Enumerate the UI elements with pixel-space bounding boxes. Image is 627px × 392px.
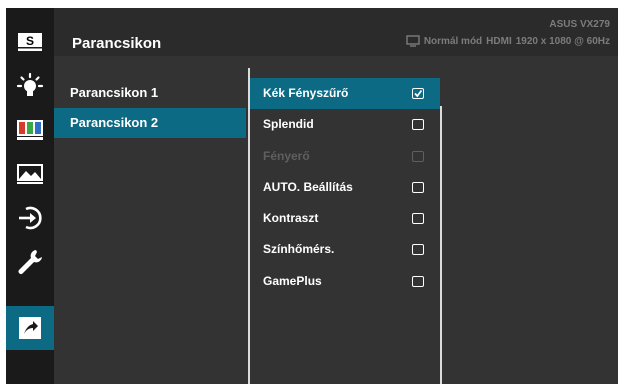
- mode-label: Normál mód: [423, 35, 483, 47]
- option-label: Kontraszt: [263, 211, 319, 226]
- sidebar-item-blue-light[interactable]: [6, 64, 54, 108]
- model-name: ASUS VX279: [549, 19, 610, 30]
- option-gameplus[interactable]: GamePlus: [250, 266, 440, 297]
- checkbox[interactable]: [412, 244, 424, 256]
- resolution-label: 1920 x 1080 @ 60Hz: [515, 35, 610, 47]
- header: Parancsikon ASUS VX279 Normál mód HDMI 1…: [54, 8, 618, 56]
- status-info: Normál mód HDMI 1920 x 1080 @ 60Hz: [406, 35, 610, 47]
- option-brightness: Fényerő: [250, 141, 440, 172]
- option-label: AUTO. Beállítás: [263, 179, 353, 194]
- sidebar-item-image[interactable]: [6, 152, 54, 196]
- main-panel: Parancsikon ASUS VX279 Normál mód HDMI 1…: [54, 8, 618, 384]
- blue-light-filter-icon: [16, 72, 44, 96]
- option-auto-adjust[interactable]: AUTO. Beállítás: [250, 172, 440, 203]
- option-blue-light-filter[interactable]: Kék Fényszűrő: [250, 78, 440, 110]
- checkbox-disabled: [412, 150, 424, 162]
- option-label: Kék Fényszűrő: [263, 86, 349, 100]
- options-list: Kék Fényszűrő Splendid Fényerő AUTO. Beá…: [250, 78, 440, 384]
- shortcut-list: Parancsikon 1 Parancsikon 2: [54, 78, 246, 138]
- option-contrast[interactable]: Kontraszt: [250, 203, 440, 234]
- color-bars-icon: [17, 120, 43, 140]
- shortcut-item-2[interactable]: Parancsikon 2: [54, 108, 246, 138]
- option-label: Fényerő: [263, 148, 310, 163]
- checkbox[interactable]: [412, 275, 424, 287]
- shortcut-item-1[interactable]: Parancsikon 1: [54, 78, 246, 108]
- page-title: Parancsikon: [72, 35, 162, 52]
- input-label: HDMI: [486, 35, 512, 47]
- checkbox[interactable]: [412, 119, 424, 131]
- sidebar-item-input[interactable]: [6, 196, 54, 240]
- shortcut-arrow-icon: [19, 317, 41, 339]
- option-label: Színhőmérs.: [263, 242, 335, 257]
- checkbox-checked[interactable]: [412, 88, 424, 99]
- checkbox[interactable]: [412, 181, 424, 193]
- osd-menu: S Parancsikon ASUS VX279 Normál mód HDMI…: [6, 8, 618, 384]
- sidebar-item-shortcut[interactable]: [6, 306, 54, 350]
- option-label: GamePlus: [263, 273, 322, 288]
- splendid-s-icon: S: [18, 33, 42, 51]
- sidebar-item-system[interactable]: [6, 240, 54, 284]
- sidebar: S: [6, 8, 54, 384]
- sidebar-item-splendid[interactable]: S: [6, 20, 54, 64]
- checkbox[interactable]: [412, 213, 424, 225]
- option-color-temp[interactable]: Színhőmérs.: [250, 234, 440, 265]
- option-splendid[interactable]: Splendid: [250, 109, 440, 140]
- input-select-icon: [19, 206, 42, 230]
- monitor-icon: [406, 35, 420, 47]
- system-setup-wrench-icon: [18, 250, 42, 274]
- options-border: [440, 106, 442, 384]
- sidebar-item-color[interactable]: [6, 108, 54, 152]
- option-label: Splendid: [263, 117, 314, 132]
- image-icon: [17, 164, 43, 184]
- check-icon: [414, 89, 423, 98]
- splendid-s-label: S: [26, 34, 34, 48]
